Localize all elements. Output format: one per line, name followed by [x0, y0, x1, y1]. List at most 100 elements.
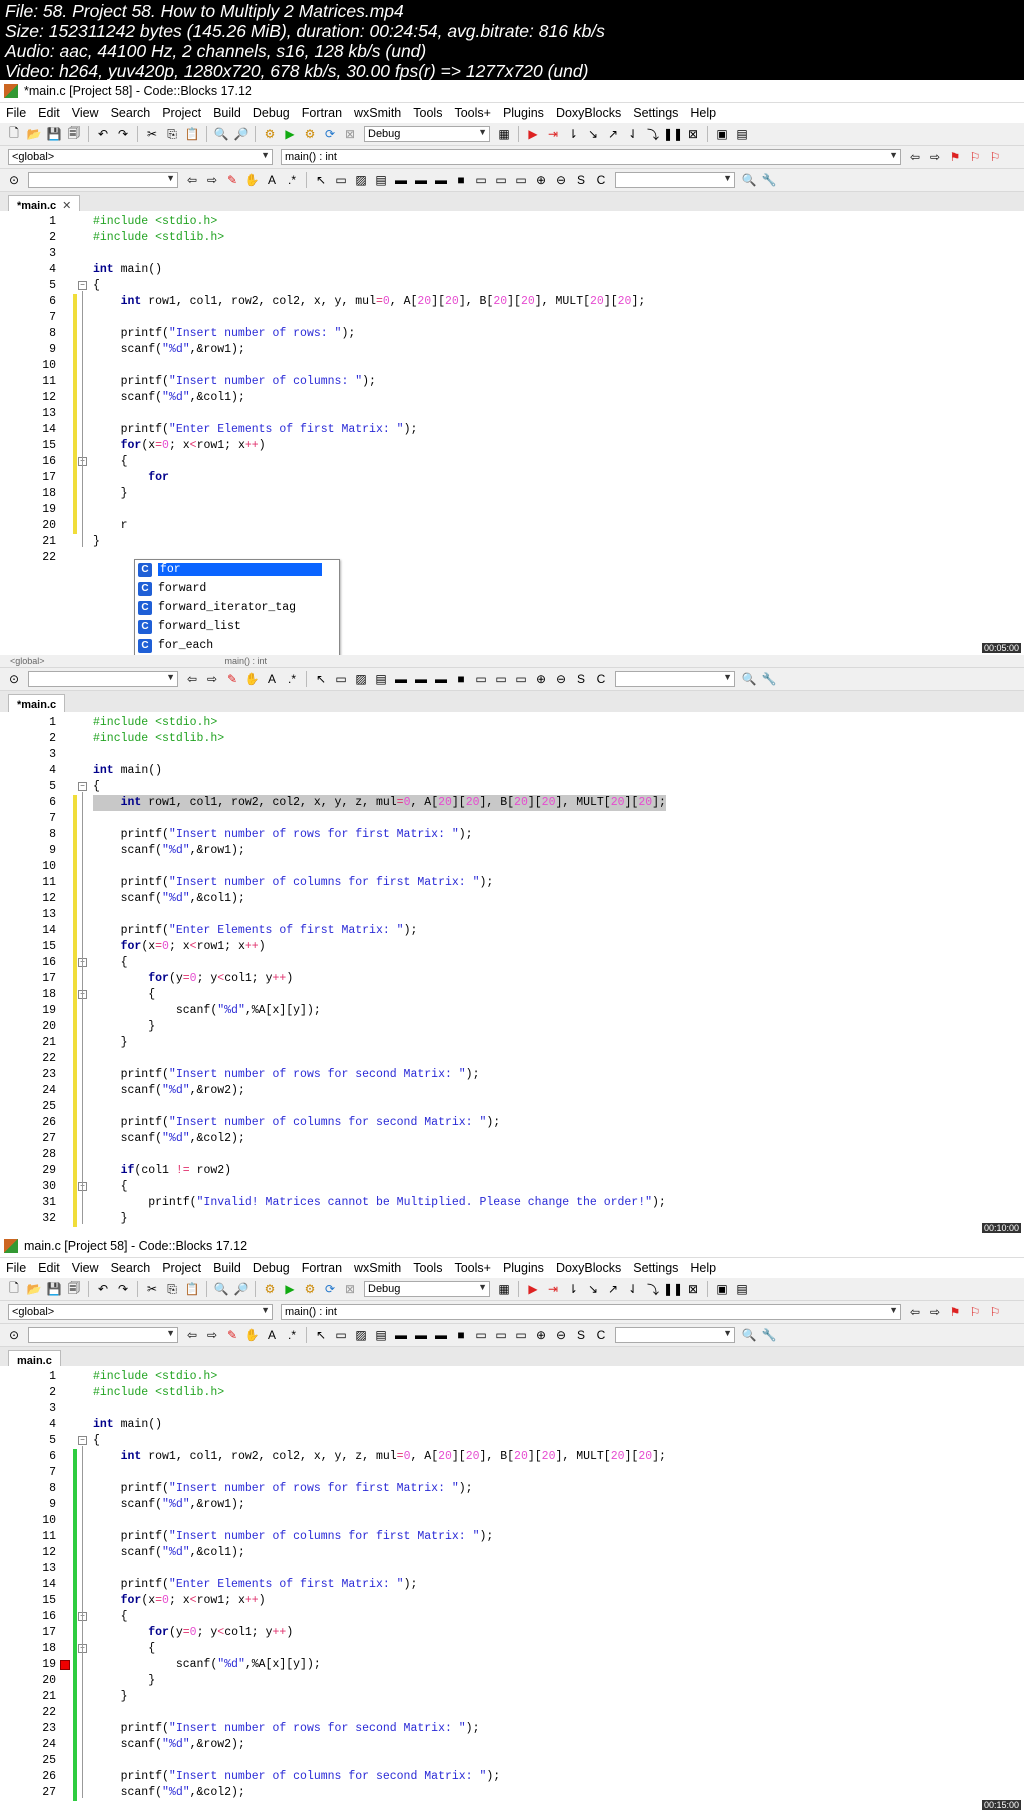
code-line[interactable]: 2 #include <stdlib.h> — [0, 230, 1024, 246]
code-line[interactable]: 22 — [0, 1051, 1024, 1067]
code-line[interactable]: 28 — [0, 1147, 1024, 1163]
menu-project[interactable]: Project — [156, 1261, 207, 1275]
step-into-instruction-icon[interactable]: ⤵ — [645, 1281, 661, 1297]
frame-1-icon[interactable]: ▭ — [473, 172, 489, 188]
cut-icon[interactable]: ✂ — [144, 126, 160, 142]
settings-tool-icon[interactable]: 🔧 — [761, 1327, 777, 1343]
block-3-icon[interactable]: ▬ — [433, 671, 449, 687]
bookmark-red-icon[interactable]: ⚑ — [947, 149, 963, 165]
menu-build[interactable]: Build — [207, 106, 247, 120]
code-line[interactable]: 4 int main() — [0, 262, 1024, 278]
zoom-out-icon[interactable]: ⊖ — [553, 172, 569, 188]
code-line[interactable]: 1 #include <stdio.h> — [0, 1369, 1024, 1385]
menu-file[interactable]: File — [0, 106, 32, 120]
code-line[interactable]: 10 — [0, 1513, 1024, 1529]
highlight-icon[interactable]: ✎ — [224, 1327, 240, 1343]
open-file-icon[interactable]: 📂 — [26, 1281, 42, 1297]
code-line[interactable]: 13 — [0, 907, 1024, 923]
code-line[interactable]: 8 printf("Insert number of rows for firs… — [0, 827, 1024, 843]
code-line[interactable]: 18 } — [0, 486, 1024, 502]
code-line[interactable]: 15 for(x=0; x<row1; x++) — [0, 1593, 1024, 1609]
open-file-icon[interactable]: 📂 — [26, 126, 42, 142]
menu-search[interactable]: Search — [105, 1261, 157, 1275]
zoom-in-icon[interactable]: ⊕ — [533, 172, 549, 188]
bookmark-next-icon[interactable]: ⚐ — [987, 149, 1003, 165]
code-line[interactable]: 9 scanf("%d",&row1); — [0, 1497, 1024, 1513]
build-gear-icon[interactable]: ⚙ — [262, 126, 278, 142]
redo-icon[interactable]: ↷ — [115, 126, 131, 142]
menu-tools[interactable]: Tools — [407, 106, 448, 120]
menu-settings[interactable]: Settings — [627, 106, 684, 120]
code-line[interactable]: 19 — [0, 502, 1024, 518]
block-2-icon[interactable]: ▬ — [413, 671, 429, 687]
run-to-cursor-icon[interactable]: ⇥ — [545, 126, 561, 142]
pause-icon[interactable]: ❚❚ — [663, 126, 683, 142]
c-icon[interactable]: C — [593, 1327, 609, 1343]
search-go-icon[interactable]: 🔍 — [741, 671, 757, 687]
code-line[interactable]: 3 — [0, 747, 1024, 763]
menu-build[interactable]: Build — [207, 1261, 247, 1275]
jump-back-icon[interactable]: ⇦ — [907, 149, 923, 165]
next-instruction-icon[interactable]: ⇃ — [625, 126, 641, 142]
regex-icon[interactable]: .* — [284, 671, 300, 687]
nav-back-icon[interactable]: ⇦ — [184, 172, 200, 188]
code-line[interactable]: 11 printf("Insert number of columns for … — [0, 875, 1024, 891]
code-line[interactable]: 2 #include <stdlib.h> — [0, 731, 1024, 747]
menu-edit[interactable]: Edit — [32, 1261, 66, 1275]
code-line[interactable]: 30− { — [0, 1179, 1024, 1195]
code-line[interactable]: 16− { — [0, 1609, 1024, 1625]
doxy-combo[interactable]: ▼ — [615, 172, 735, 188]
build-target-select[interactable]: Debug ▼ — [364, 126, 490, 142]
search-go-icon[interactable]: 🔍 — [741, 172, 757, 188]
menu-fortran[interactable]: Fortran — [296, 106, 348, 120]
step-out-icon[interactable]: ↗ — [605, 1281, 621, 1297]
bookmark-prev-icon[interactable]: ⚐ — [967, 149, 983, 165]
code-line[interactable]: 4 int main() — [0, 1417, 1024, 1433]
block-4-icon[interactable]: ■ — [453, 671, 469, 687]
code-line[interactable]: 26 printf("Insert number of columns for … — [0, 1769, 1024, 1785]
stop-debug-icon[interactable]: ⊠ — [685, 126, 701, 142]
zoom-out-icon[interactable]: ⊖ — [553, 1327, 569, 1343]
step-into-icon[interactable]: ↘ — [585, 1281, 601, 1297]
menu-project[interactable]: Project — [156, 106, 207, 120]
code-line[interactable]: 20 } — [0, 1019, 1024, 1035]
step-out-icon[interactable]: ↗ — [605, 126, 621, 142]
regex-icon[interactable]: .* — [284, 1327, 300, 1343]
pointer-icon[interactable]: ↖ — [313, 671, 329, 687]
code-line[interactable]: 10 — [0, 859, 1024, 875]
bookmark-prev-icon[interactable]: ⚐ — [967, 1304, 983, 1320]
menu-tools-[interactable]: Tools+ — [448, 1261, 496, 1275]
frame-1-icon[interactable]: ▭ — [473, 671, 489, 687]
code-line[interactable]: 5 −{ — [0, 1433, 1024, 1449]
code-line[interactable]: 15 for(x=0; x<row1; x++) — [0, 438, 1024, 454]
jump-forward-icon[interactable]: ⇨ — [927, 149, 943, 165]
scope-function-select[interactable]: main() : int ▼ — [281, 149, 901, 165]
step-into-icon[interactable]: ↘ — [585, 126, 601, 142]
select-icon[interactable]: ✋ — [244, 671, 260, 687]
menu-help[interactable]: Help — [684, 106, 722, 120]
paste-icon[interactable]: 📋 — [184, 1281, 200, 1297]
code-line[interactable]: 11 printf("Insert number of columns: "); — [0, 374, 1024, 390]
select-icon[interactable]: ✋ — [244, 1327, 260, 1343]
pause-icon[interactable]: ❚❚ — [663, 1281, 683, 1297]
save-icon[interactable]: 💾 — [46, 1281, 62, 1297]
build-options-icon[interactable]: ▦ — [496, 126, 512, 142]
menu-fortran[interactable]: Fortran — [296, 1261, 348, 1275]
doxy-combo[interactable]: ▼ — [615, 671, 735, 687]
nav-forward-icon[interactable]: ⇨ — [204, 671, 220, 687]
doc-icon[interactable]: ▤ — [373, 172, 389, 188]
s-icon[interactable]: S — [573, 1327, 589, 1343]
code-line[interactable]: 19 scanf("%d",%A[x][y]); — [0, 1657, 1024, 1673]
autocomplete-item[interactable]: Cforward — [135, 579, 339, 598]
code-line[interactable]: 16− { — [0, 955, 1024, 971]
image-icon[interactable]: ▨ — [353, 671, 369, 687]
image-icon[interactable]: ▨ — [353, 172, 369, 188]
code-line[interactable]: 12 scanf("%d",&col1); — [0, 1545, 1024, 1561]
code-line[interactable]: 8 printf("Insert number of rows: "); — [0, 326, 1024, 342]
menu-help[interactable]: Help — [684, 1261, 722, 1275]
menu-file[interactable]: File — [0, 1261, 32, 1275]
autocomplete-popup[interactable]: Cfor Cforward Cforward_iterator_tag Cforwar… — [134, 559, 340, 655]
block-2-icon[interactable]: ▬ — [413, 1327, 429, 1343]
jump-forward-icon[interactable]: ⇨ — [927, 1304, 943, 1320]
block-1-icon[interactable]: ▬ — [393, 671, 409, 687]
